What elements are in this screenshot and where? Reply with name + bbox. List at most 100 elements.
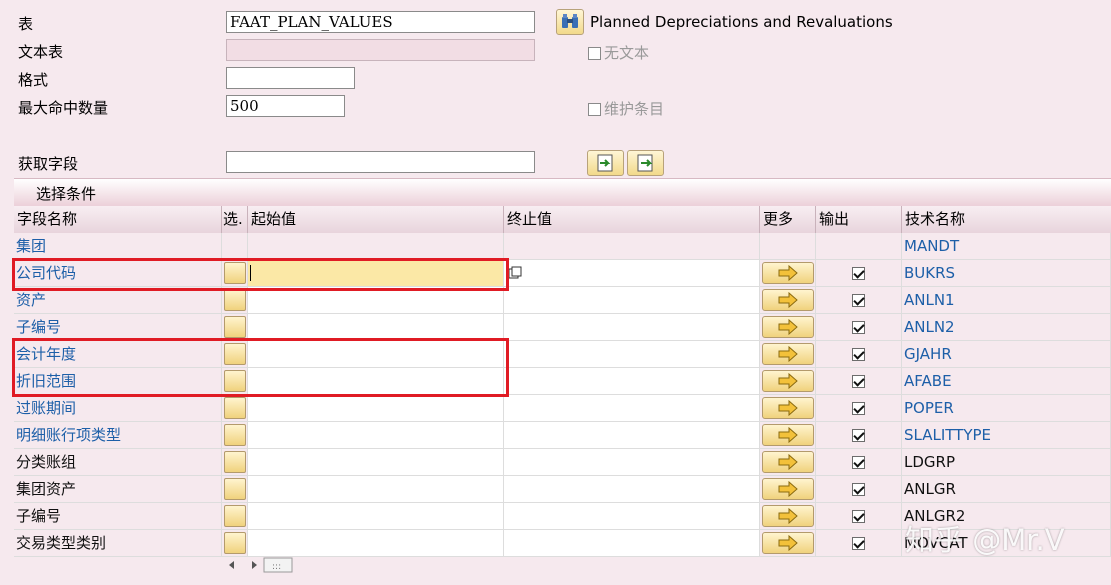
- output-checkbox[interactable]: [852, 375, 865, 388]
- fetch-field-button-2[interactable]: [627, 150, 664, 176]
- output-checkbox[interactable]: [852, 429, 865, 442]
- multiple-selection-button[interactable]: [762, 316, 814, 338]
- selection-criteria-header: 选择条件: [14, 178, 1111, 207]
- multiple-selection-button[interactable]: [762, 262, 814, 284]
- from-value-input[interactable]: [248, 503, 504, 530]
- multiple-selection-button[interactable]: [762, 289, 814, 311]
- multiple-selection-button[interactable]: [762, 424, 814, 446]
- scroll-arrows-icon: :::: [229, 557, 293, 573]
- to-value-input[interactable]: [504, 287, 760, 314]
- multiple-selection-button[interactable]: [762, 505, 814, 527]
- format-field[interactable]: [226, 67, 355, 89]
- fetch-field-button-1[interactable]: [587, 150, 624, 176]
- max-hits-label: 最大命中数量: [18, 99, 109, 117]
- from-value-input[interactable]: [248, 422, 504, 449]
- field-name: 交易类型类别: [14, 530, 222, 557]
- arrow-right-icon: [778, 373, 798, 389]
- output-checkbox[interactable]: [852, 348, 865, 361]
- arrow-right-icon: [778, 292, 798, 308]
- search-help-icon[interactable]: [508, 266, 522, 280]
- col-to: 终止值: [504, 206, 760, 233]
- selection-options-icon[interactable]: [224, 532, 246, 554]
- arrow-right-icon: [778, 265, 798, 281]
- field-name: 分类账组: [14, 449, 222, 476]
- checkbox-icon: [588, 47, 601, 60]
- multiple-selection-button[interactable]: [762, 532, 814, 554]
- from-value-input[interactable]: [248, 449, 504, 476]
- output-checkbox[interactable]: [852, 402, 865, 415]
- selection-options-icon[interactable]: [224, 451, 246, 473]
- no-text-label: 无文本: [604, 44, 650, 62]
- to-value-input[interactable]: [504, 341, 760, 368]
- output-checkbox[interactable]: [852, 294, 865, 307]
- output-checkbox[interactable]: [852, 510, 865, 523]
- field-name[interactable]: 子编号: [14, 314, 222, 341]
- watermark: 知乎 @Mr.V: [905, 523, 1065, 557]
- col-output: 输出: [816, 206, 902, 233]
- to-value-input[interactable]: [504, 503, 760, 530]
- multiple-selection-button[interactable]: [762, 451, 814, 473]
- highlight-box-company-code: [12, 258, 509, 291]
- output-checkbox[interactable]: [852, 267, 865, 280]
- document-arrow-icon: [597, 154, 612, 172]
- output-checkbox[interactable]: [852, 456, 865, 469]
- arrow-right-icon: [778, 508, 798, 524]
- tech-name: ANLN1: [902, 287, 1111, 314]
- multiple-selection-button[interactable]: [762, 343, 814, 365]
- binoculars-icon: [562, 14, 578, 28]
- tech-name: POPER: [902, 395, 1111, 422]
- output-checkbox[interactable]: [852, 537, 865, 550]
- field-name: 子编号: [14, 503, 222, 530]
- field-name: 集团资产: [14, 476, 222, 503]
- multiple-selection-button[interactable]: [762, 370, 814, 392]
- selection-options-icon[interactable]: [224, 316, 246, 338]
- field-name[interactable]: 明细账行项类型: [14, 422, 222, 449]
- arrow-right-icon: [778, 319, 798, 335]
- to-value-input[interactable]: [504, 449, 760, 476]
- output-checkbox[interactable]: [852, 483, 865, 496]
- fetch-field-input[interactable]: [226, 151, 535, 173]
- to-value-input[interactable]: [504, 395, 760, 422]
- selection-options-icon[interactable]: [224, 478, 246, 500]
- tech-name: ANLN2: [902, 314, 1111, 341]
- col-field-name: 字段名称: [14, 206, 222, 233]
- maintain-entries-label: 维护条目: [604, 100, 665, 118]
- to-value-input[interactable]: [504, 368, 760, 395]
- multiple-selection-button[interactable]: [762, 478, 814, 500]
- table-label: 表: [18, 15, 34, 33]
- arrow-right-icon: [778, 400, 798, 416]
- highlight-box-year-area: [12, 338, 509, 397]
- from-value-input[interactable]: [248, 287, 504, 314]
- table-name-field[interactable]: FAAT_PLAN_VALUES: [226, 11, 535, 33]
- table-display-button[interactable]: [556, 9, 584, 35]
- to-value-input[interactable]: [504, 260, 760, 287]
- to-value-input[interactable]: [504, 314, 760, 341]
- from-value-input[interactable]: [248, 476, 504, 503]
- field-name[interactable]: 过账期间: [14, 395, 222, 422]
- tech-name: AFABE: [902, 368, 1111, 395]
- to-value-input[interactable]: [504, 530, 760, 557]
- from-value-input[interactable]: [248, 395, 504, 422]
- arrow-right-icon: [778, 454, 798, 470]
- tech-name: LDGRP: [902, 449, 1111, 476]
- field-name[interactable]: 集团: [14, 233, 222, 260]
- col-tech-name: 技术名称: [905, 210, 966, 228]
- to-value-input[interactable]: [504, 422, 760, 449]
- field-name[interactable]: 资产: [14, 287, 222, 314]
- from-value-input[interactable]: [248, 314, 504, 341]
- selection-options-icon[interactable]: [224, 505, 246, 527]
- horizontal-scrollbar[interactable]: :::: [222, 556, 302, 574]
- table-header: 字段名称 选. 起始值 终止值 更多 输出 技术名称: [14, 206, 1111, 234]
- max-hits-field[interactable]: 500: [226, 95, 345, 117]
- format-label: 格式: [18, 71, 49, 89]
- table-row: 资产 ANLN1: [14, 287, 1111, 314]
- selection-options-icon[interactable]: [224, 424, 246, 446]
- output-checkbox[interactable]: [852, 321, 865, 334]
- selection-options-icon[interactable]: [224, 289, 246, 311]
- tech-name: BUKRS: [902, 260, 1111, 287]
- col-more: 更多: [760, 206, 816, 233]
- from-value-input[interactable]: [248, 530, 504, 557]
- to-value-input[interactable]: [504, 476, 760, 503]
- selection-options-icon[interactable]: [224, 397, 246, 419]
- multiple-selection-button[interactable]: [762, 397, 814, 419]
